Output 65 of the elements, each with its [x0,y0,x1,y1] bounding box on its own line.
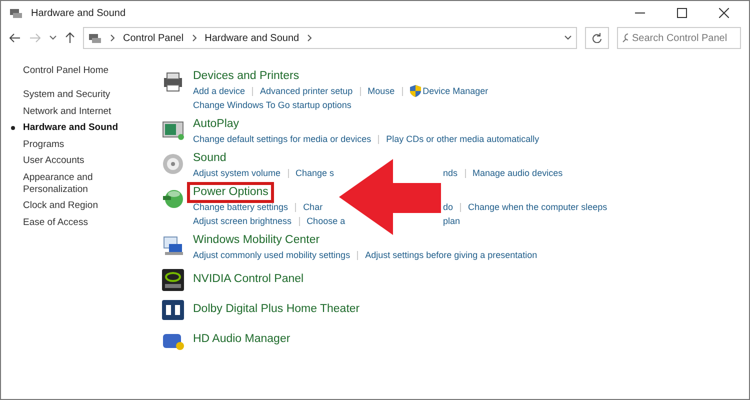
sidebar-item[interactable]: Control Panel Home [23,65,133,77]
dropdown-icon [564,35,572,41]
category-link[interactable]: Choose a [306,214,346,228]
category-link[interactable]: plan [443,214,460,228]
category-link[interactable]: Adjust settings before giving a presentation [365,248,538,262]
search-icon [622,33,628,43]
sidebar-item[interactable]: User Accounts [23,155,133,167]
bullet-icon [11,126,15,130]
category-link[interactable]: Advanced printer setup [260,84,353,98]
sidebar-item[interactable]: Appearance and Personalization [23,172,133,196]
breadcrumb[interactable]: Control Panel [123,30,184,46]
category-link[interactable]: Change battery settings [193,200,288,214]
category-heading[interactable]: Dolby Digital Plus Home Theater [193,302,360,317]
address-bar[interactable]: Control Panel Hardware and Sound [83,27,577,49]
category-link[interactable]: Change Windows To Go startup options [193,98,352,112]
sidebar-item[interactable]: Clock and Region [23,200,133,212]
chevron-icon [110,34,115,42]
chevron-icon [192,34,197,42]
refresh-icon [592,33,602,43]
nvidia-icon [161,268,185,292]
refresh-button[interactable] [585,27,609,49]
category-link[interactable]: Char [303,200,323,214]
category-link[interactable]: Play CDs or other media automatically [386,132,540,146]
sidebar-item[interactable]: System and Security [23,89,133,101]
search-field[interactable]: Search Control Panel [632,30,736,46]
category-link[interactable]: Adjust commonly used mobility settings [193,248,350,262]
back-button[interactable] [9,33,21,43]
sidebar-item[interactable]: Ease of Access [23,216,133,228]
sidebar-item[interactable]: Network and Internet [23,106,133,118]
category-link[interactable]: nds [443,166,458,180]
speaker-icon [161,152,185,176]
hardware-icon [88,32,102,44]
up-button[interactable] [65,32,75,44]
search-box[interactable]: Search Control Panel [617,27,741,49]
breadcrumb[interactable]: Hardware and Sound [204,30,300,46]
category-heading[interactable]: Sound [193,151,226,166]
sidebar-item[interactable]: Programs [23,138,133,150]
category-link[interactable]: Adjust screen brightness [193,214,292,228]
laptop-icon [161,234,185,258]
category-heading[interactable]: Devices and Printers [193,69,300,84]
recent-dropdown-button[interactable] [49,35,57,41]
close-icon [719,8,729,18]
category-link[interactable]: do [443,200,454,214]
category-link[interactable]: Manage audio devices [472,166,563,180]
category-link[interactable]: Change s [296,166,334,180]
printer-icon [161,70,185,94]
maximize-icon [677,8,687,18]
category-heading[interactable]: NVIDIA Control Panel [193,272,304,287]
sidebar-item[interactable]: Hardware and Sound [23,122,133,134]
category-link[interactable]: Mouse [368,84,395,98]
category-heading[interactable]: AutoPlay [193,117,240,132]
shield-icon [410,85,421,97]
window-title: Hardware and Sound [31,6,126,20]
category-heading[interactable]: Windows Mobility Center [193,233,320,248]
category-link[interactable]: Add a device [193,84,246,98]
minimize-icon [635,12,645,14]
category-heading[interactable]: HD Audio Manager [193,332,290,347]
category-link[interactable]: Change default settings for media or devices [193,132,372,146]
chevron-icon [307,34,312,42]
category-heading[interactable]: Power Options [190,185,272,200]
category-link[interactable]: Change when the computer sleeps [468,200,608,214]
category-link[interactable]: Adjust system volume [193,166,281,180]
dolby-icon [161,298,185,322]
category-link[interactable]: Device Manager [422,84,488,98]
hardware-icon [9,7,23,19]
